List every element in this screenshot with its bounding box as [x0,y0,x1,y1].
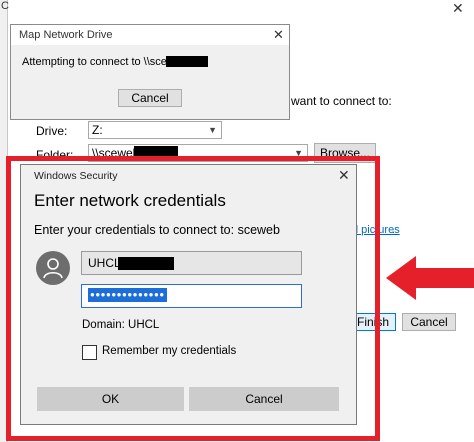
link-period: . [392,224,396,236]
close-icon[interactable]: ✕ [338,167,350,184]
background-clipped-text: C [1,0,9,12]
redaction-bar [166,56,208,67]
attempt-cancel-button[interactable]: Cancel [118,89,182,107]
password-field[interactable]: ●●●●●●●●●●●●●● [81,284,302,308]
ok-button[interactable]: OK [37,387,184,411]
wizard-close-icon[interactable]: ✕ [452,0,464,17]
attempting-connect-dialog: Map Network Drive ✕ Attempting to connec… [10,24,290,120]
redaction-bar [118,257,174,270]
user-icon [36,251,70,285]
password-mask: ●●●●●●●●●●●●●● [88,288,167,302]
remember-checkbox[interactable] [82,345,97,360]
remember-label[interactable]: Remember my credentials [102,345,236,357]
cancel-button[interactable]: Cancel [189,387,339,411]
username-field[interactable]: UHCL\ [81,251,302,275]
arrow-left-icon [386,256,474,300]
drive-select-value: Z: [92,123,103,137]
attempt-dialog-title: Map Network Drive [19,29,113,41]
credentials-heading: Enter network credentials [34,191,226,210]
drive-label: Drive: [36,124,68,138]
drive-select[interactable]: Z: ▼ [88,121,222,139]
attempt-message: Attempting to connect to \\sceweb\ [22,56,191,68]
windows-security-dialog: Windows Security ✕ Enter network credent… [20,164,357,425]
wizard-prompt-text: want to connect to: [291,94,392,108]
chevron-down-icon: ▼ [208,125,217,135]
wizard-cancel-button[interactable]: Cancel [402,313,456,331]
close-icon[interactable]: ✕ [273,27,284,43]
domain-text: Domain: UHCL [82,319,160,331]
credentials-prompt: Enter your credentials to connect to: sc… [34,223,280,237]
security-dialog-title: Windows Security [34,170,118,182]
